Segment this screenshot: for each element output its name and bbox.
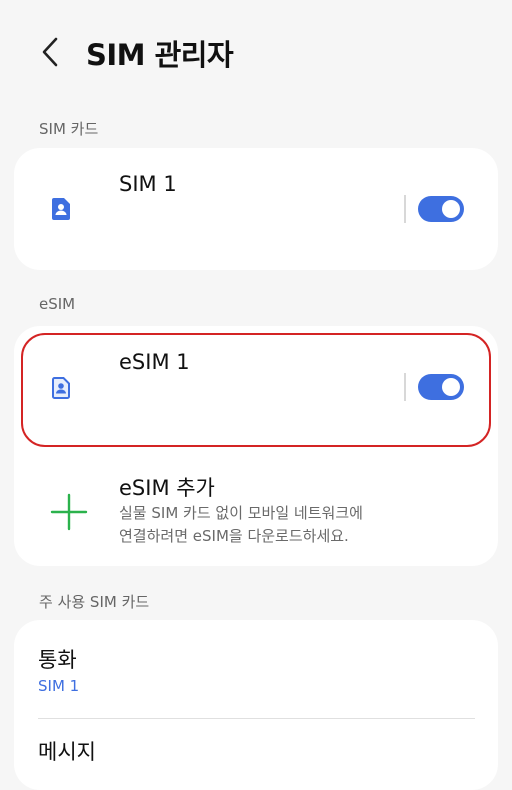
sim-card-list: SIM 1	[14, 148, 498, 270]
message-title: 메시지	[38, 740, 96, 764]
message-row[interactable]: 메시지	[14, 719, 498, 790]
section-label-sim-card: SIM 카드	[39, 120, 99, 138]
toggle-knob	[442, 200, 460, 218]
back-button[interactable]	[34, 32, 66, 72]
chevron-left-icon	[42, 37, 58, 67]
section-label-primary-sim: 주 사용 SIM 카드	[39, 593, 150, 611]
toggle-divider	[404, 195, 406, 223]
primary-sim-list: 통화 SIM 1 메시지	[14, 620, 498, 790]
sim-1-toggle[interactable]	[418, 196, 464, 222]
page-title: SIM 관리자	[86, 38, 234, 72]
add-esim-description-line1: 실물 SIM 카드 없이 모바일 네트워크에	[119, 504, 363, 522]
call-value: SIM 1	[38, 677, 80, 695]
section-label-esim: eSIM	[39, 295, 76, 313]
sim-card-icon	[52, 198, 70, 220]
header: SIM 관리자	[0, 0, 512, 104]
call-title: 통화	[38, 648, 77, 672]
plus-icon	[50, 493, 88, 531]
sim-1-row[interactable]: SIM 1	[14, 148, 498, 270]
add-esim-title: eSIM 추가	[119, 476, 215, 500]
add-esim-description-line2: 연결하려면 eSIM을 다운로드하세요.	[119, 527, 349, 545]
esim-1-highlight-outline	[21, 333, 491, 447]
sim-1-title: SIM 1	[119, 172, 177, 196]
call-row[interactable]: 통화 SIM 1	[14, 620, 498, 718]
